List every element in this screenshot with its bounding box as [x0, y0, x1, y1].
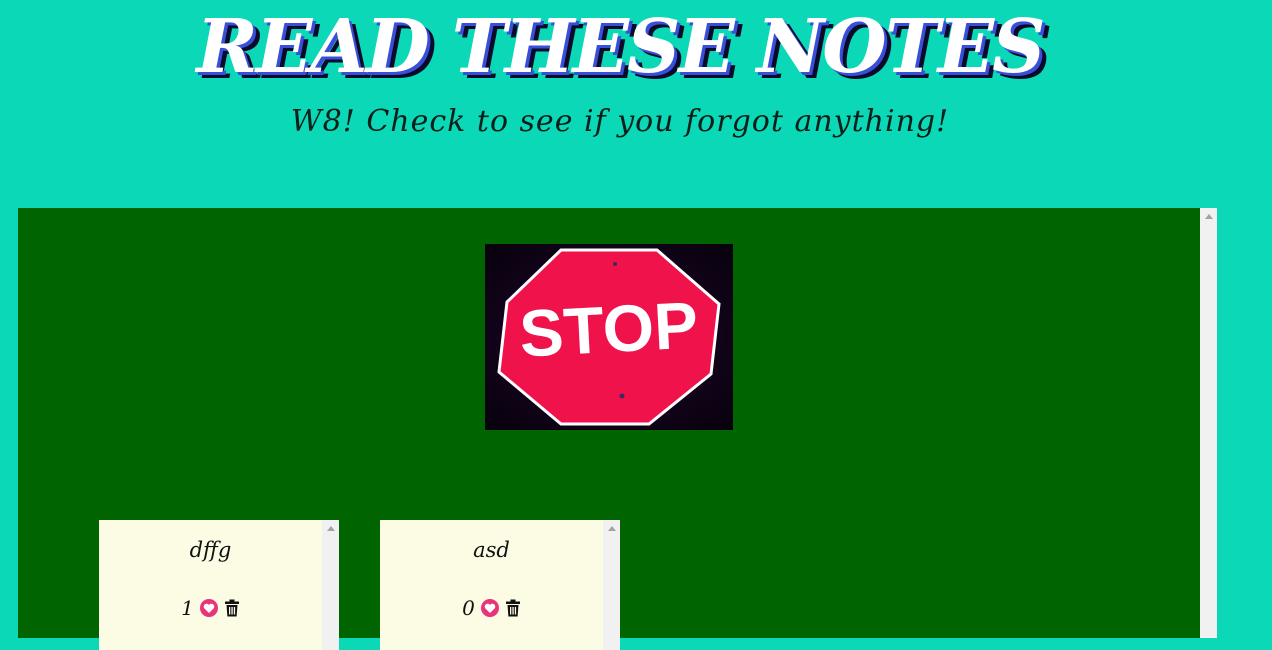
- note-actions: 1: [99, 596, 322, 620]
- note-title: dffg: [189, 538, 232, 562]
- heart-icon[interactable]: [480, 599, 499, 617]
- notes-board: STOP dffg 1 asd 0: [18, 208, 1200, 650]
- stop-sign-text: STOP: [518, 287, 700, 370]
- scroll-up-arrow[interactable]: [322, 520, 339, 537]
- board-scrollbar[interactable]: [1200, 208, 1217, 638]
- note-actions: 0: [380, 596, 603, 620]
- note-scrollbar[interactable]: [603, 520, 620, 650]
- note-content: dffg 1: [99, 520, 322, 638]
- page-subtitle: W8! Check to see if you forgot anything!: [290, 104, 950, 139]
- page-title: READ THESE NOTES: [196, 4, 1045, 90]
- note-card: asd 0: [380, 520, 620, 650]
- note-title: asd: [473, 538, 510, 562]
- scroll-up-arrow[interactable]: [1200, 208, 1217, 225]
- heart-icon[interactable]: [199, 599, 218, 617]
- note-content: asd 0: [380, 520, 603, 638]
- stop-sign-image: STOP: [485, 244, 733, 430]
- like-count: 0: [462, 596, 475, 620]
- trash-icon[interactable]: [505, 599, 521, 617]
- header: READ THESE NOTES W8! Check to see if you…: [0, 0, 1272, 200]
- scroll-up-arrow[interactable]: [603, 520, 620, 537]
- note-scrollbar[interactable]: [322, 520, 339, 650]
- trash-icon[interactable]: [224, 599, 240, 617]
- note-card: dffg 1: [99, 520, 339, 650]
- like-count: 1: [181, 596, 194, 620]
